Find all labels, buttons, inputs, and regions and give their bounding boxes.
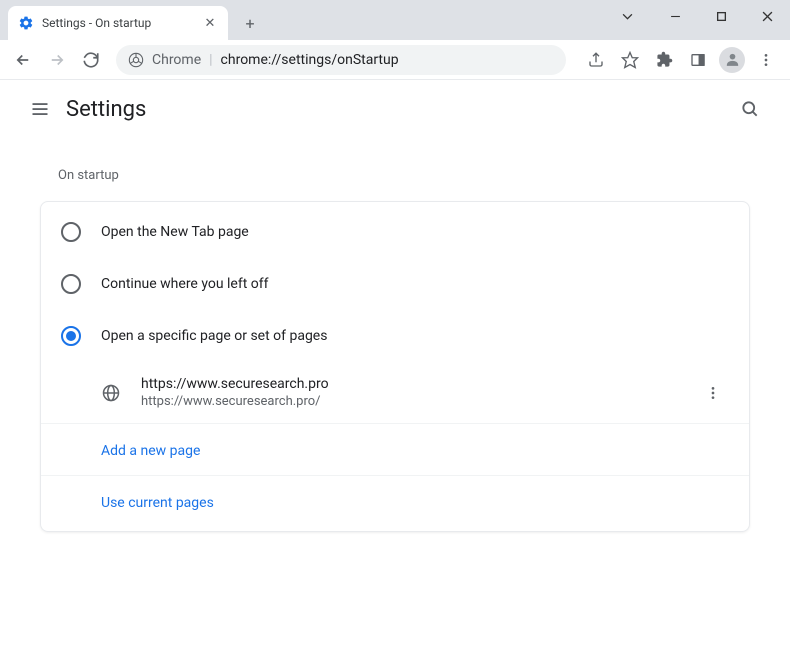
address-bar[interactable]: Chrome | chrome://settings/onStartup (116, 45, 566, 75)
radio-option-new-tab[interactable]: Open the New Tab page (41, 206, 749, 258)
add-page-link[interactable]: Add a new page (101, 443, 200, 459)
bookmark-button[interactable] (614, 44, 646, 76)
side-panel-button[interactable] (682, 44, 714, 76)
new-tab-button[interactable]: + (236, 9, 264, 37)
page-title: Settings (66, 97, 146, 122)
page-name: https://www.securesearch.pro (141, 376, 697, 392)
dropdown-icon[interactable] (604, 0, 650, 32)
radio-label: Open a specific page or set of pages (101, 328, 327, 344)
reload-button[interactable] (76, 45, 106, 75)
globe-icon (101, 383, 121, 403)
tab-title: Settings - On startup (42, 16, 202, 30)
page-entry-menu-button[interactable] (697, 377, 729, 409)
minimize-button[interactable] (652, 0, 698, 32)
browser-toolbar: Chrome | chrome://settings/onStartup (0, 40, 790, 80)
radio-label: Continue where you left off (101, 276, 269, 292)
avatar-icon (719, 47, 745, 73)
radio-icon (61, 274, 81, 294)
search-button[interactable] (730, 89, 770, 129)
titlebar: Settings - On startup ✕ + (0, 0, 790, 40)
use-current-row[interactable]: Use current pages (41, 476, 749, 527)
add-page-row[interactable]: Add a new page (41, 424, 749, 476)
maximize-button[interactable] (698, 0, 744, 32)
startup-page-entry: https://www.securesearch.pro https://www… (41, 362, 749, 424)
chrome-menu-button[interactable] (750, 44, 782, 76)
close-window-button[interactable] (744, 0, 790, 32)
radio-icon (61, 326, 81, 346)
forward-button[interactable] (42, 45, 72, 75)
settings-favicon-icon (18, 15, 34, 31)
page-url: https://www.securesearch.pro/ (141, 394, 697, 409)
browser-tab[interactable]: Settings - On startup ✕ (8, 6, 228, 40)
settings-header: Settings (0, 80, 790, 138)
section-title: On startup (58, 168, 750, 183)
settings-content: On startup Open the New Tab page Continu… (0, 138, 790, 552)
extensions-button[interactable] (648, 44, 680, 76)
window-controls (604, 0, 790, 32)
tab-close-icon[interactable]: ✕ (202, 15, 218, 31)
back-button[interactable] (8, 45, 38, 75)
address-url: chrome://settings/onStartup (221, 52, 399, 68)
menu-button[interactable] (20, 89, 60, 129)
startup-card: Open the New Tab page Continue where you… (40, 201, 750, 532)
address-prefix: Chrome (152, 52, 201, 68)
radio-icon (61, 222, 81, 242)
radio-option-continue[interactable]: Continue where you left off (41, 258, 749, 310)
profile-button[interactable] (716, 44, 748, 76)
use-current-link[interactable]: Use current pages (101, 495, 214, 511)
radio-label: Open the New Tab page (101, 224, 249, 240)
radio-option-specific-pages[interactable]: Open a specific page or set of pages (41, 310, 749, 362)
address-separator: | (209, 52, 212, 68)
share-button[interactable] (580, 44, 612, 76)
chrome-icon (128, 52, 144, 68)
